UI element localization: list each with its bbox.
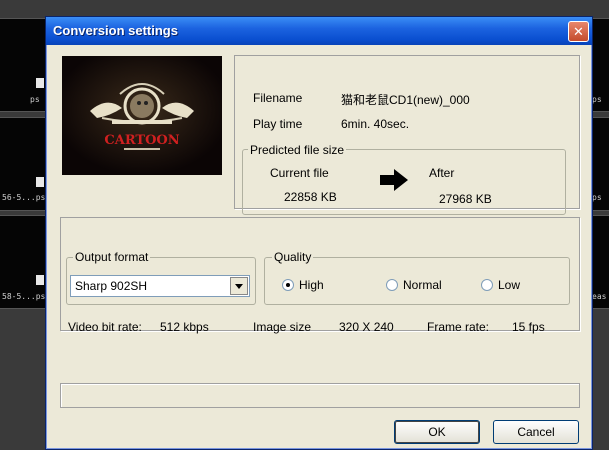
video-thumbnail: CARTOON bbox=[62, 56, 222, 175]
background-marker bbox=[36, 275, 44, 285]
cancel-button[interactable]: Cancel bbox=[493, 420, 579, 444]
bitrate-value: 512 kbps bbox=[160, 320, 209, 334]
background-label: ps bbox=[592, 193, 602, 202]
background-label: eas bbox=[592, 292, 607, 301]
frame-rate-label: Frame rate: bbox=[427, 320, 490, 334]
close-button[interactable]: ✕ bbox=[568, 21, 589, 42]
playtime-label: Play time bbox=[253, 117, 303, 131]
bitrate-label: Video bit rate: bbox=[68, 320, 142, 334]
radio-low-label[interactable]: Low bbox=[498, 278, 520, 292]
dropdown-button[interactable] bbox=[230, 277, 248, 295]
radio-high-label[interactable]: High bbox=[299, 278, 324, 292]
output-format-title: Output format bbox=[73, 250, 151, 264]
radio-normal[interactable] bbox=[386, 279, 398, 291]
image-size-label: Image size bbox=[253, 320, 312, 334]
logo-text: CARTOON bbox=[104, 133, 179, 148]
background-marker bbox=[36, 177, 44, 187]
radio-normal-label[interactable]: Normal bbox=[403, 278, 442, 292]
filename-value: 猫和老鼠CD1(new)_000 bbox=[341, 93, 470, 107]
image-size-value: 320 X 240 bbox=[339, 320, 394, 334]
after-value: 27968 KB bbox=[439, 192, 492, 206]
ok-button[interactable]: OK bbox=[394, 420, 480, 444]
predicted-size-title: Predicted file size bbox=[248, 143, 347, 157]
output-format-select[interactable]: Sharp 902SH bbox=[70, 275, 250, 297]
after-label: After bbox=[429, 166, 455, 180]
background-label: 58-5...ps bbox=[2, 292, 46, 301]
background-marker bbox=[36, 78, 44, 88]
arrow-right-icon bbox=[380, 169, 408, 191]
filename-label: Filename bbox=[253, 91, 303, 105]
background-label: ps bbox=[592, 95, 602, 104]
radio-low[interactable] bbox=[481, 279, 493, 291]
output-format-value: Sharp 902SH bbox=[75, 279, 148, 293]
background-label: 56-5...ps bbox=[2, 193, 46, 202]
background-label: ps bbox=[30, 95, 40, 104]
current-file-label: Current file bbox=[270, 166, 329, 180]
cartoon-logo-image: CARTOON bbox=[62, 56, 222, 175]
conversion-settings-dialog: Conversion settings ✕ CARTOON Filename 猫… bbox=[45, 16, 593, 450]
close-icon: ✕ bbox=[573, 24, 584, 39]
chevron-down-icon bbox=[235, 284, 243, 289]
conversion-progress-bar bbox=[60, 383, 580, 408]
current-file-value: 22858 KB bbox=[284, 190, 337, 204]
frame-rate-value: 15 fps bbox=[512, 320, 545, 334]
playtime-value: 6min. 40sec. bbox=[341, 117, 410, 131]
radio-high[interactable] bbox=[282, 279, 294, 291]
quality-title: Quality bbox=[272, 250, 314, 264]
title-bar[interactable]: Conversion settings ✕ bbox=[46, 17, 592, 45]
dialog-title: Conversion settings bbox=[53, 23, 178, 38]
dialog-client-area: CARTOON Filename 猫和老鼠CD1(new)_000 Play t… bbox=[50, 45, 588, 445]
